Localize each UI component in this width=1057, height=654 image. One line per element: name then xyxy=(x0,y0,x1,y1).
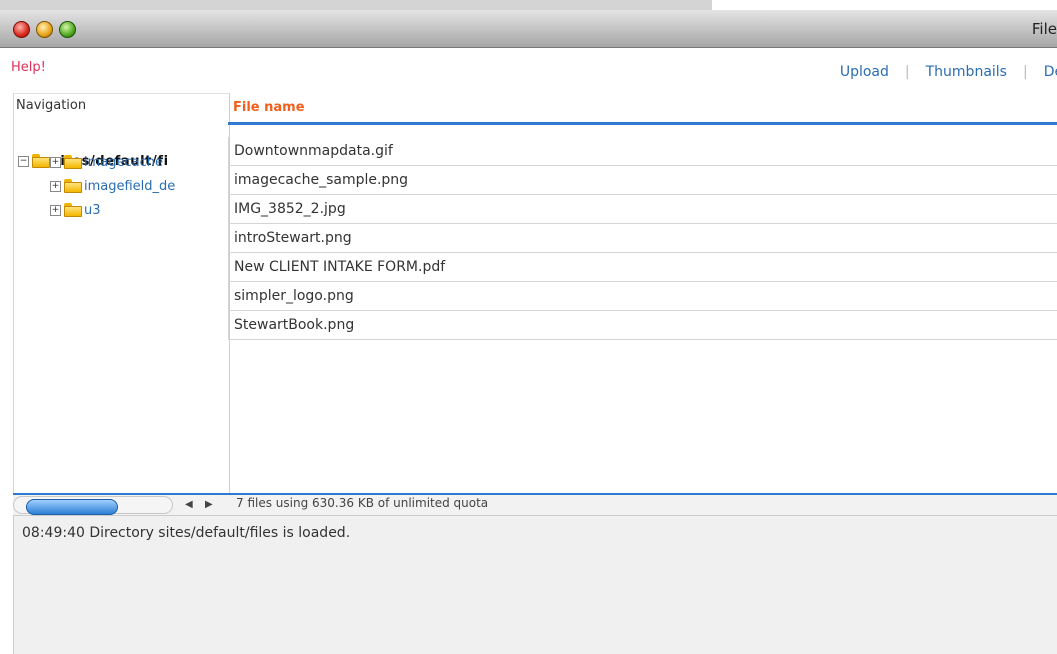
file-toolbar: Upload | Thumbnails | Del xyxy=(840,64,1057,80)
status-bar: ◀ ▶ 7 files using 630.36 KB of unlimited… xyxy=(13,493,1057,516)
file-row[interactable]: simpler_logo.png xyxy=(228,282,1057,311)
log-panel: 08:49:40 Directory sites/default/files i… xyxy=(13,516,1057,654)
file-row[interactable]: Downtownmapdata.gif xyxy=(228,137,1057,166)
delete-link[interactable]: Del xyxy=(1044,64,1057,80)
file-row[interactable]: imagecache_sample.png xyxy=(228,166,1057,195)
tree-item-label: imagecache xyxy=(84,154,163,170)
header-divider xyxy=(228,122,1057,125)
expand-icon[interactable]: + xyxy=(50,204,61,216)
upload-link[interactable]: Upload xyxy=(840,64,889,80)
folder-icon xyxy=(64,155,82,169)
file-name: Downtownmapdata.gif xyxy=(234,143,393,159)
file-name: New CLIENT INTAKE FORM.pdf xyxy=(234,259,446,275)
zoom-window-button[interactable] xyxy=(59,21,76,38)
tree-item-imagecache[interactable]: + imagecache xyxy=(50,152,163,172)
collapse-icon[interactable]: − xyxy=(18,155,29,167)
file-name: IMG_3852_2.jpg xyxy=(234,201,346,217)
nav-horizontal-scrollbar[interactable] xyxy=(13,496,173,515)
expand-icon[interactable]: + xyxy=(50,156,61,168)
file-name: introStewart.png xyxy=(234,230,352,246)
toolbar-separator: | xyxy=(904,64,910,80)
thumbnails-link[interactable]: Thumbnails xyxy=(926,64,1007,80)
folder-icon xyxy=(32,154,50,168)
tree-item-imagefield[interactable]: + imagefield_de xyxy=(50,176,175,196)
minimize-window-button[interactable] xyxy=(36,21,53,38)
scrollbar-thumb[interactable] xyxy=(26,499,118,515)
tree-item-label: imagefield_de xyxy=(84,178,176,194)
title-bar: File xyxy=(0,10,1057,48)
file-name: StewartBook.png xyxy=(234,317,355,333)
file-name: simpler_logo.png xyxy=(234,288,354,304)
file-row[interactable]: IMG_3852_2.jpg xyxy=(228,195,1057,224)
file-row[interactable]: New CLIENT INTAKE FORM.pdf xyxy=(228,253,1057,282)
file-list-panel: File name Downtownmapdata.gif imagecache… xyxy=(228,93,1057,493)
expand-icon[interactable]: + xyxy=(50,180,61,192)
window-title: File xyxy=(1031,20,1057,38)
close-window-button[interactable] xyxy=(13,21,30,38)
tree-item-label: u3 xyxy=(84,202,101,218)
log-line: 08:49:40 Directory sites/default/files i… xyxy=(22,525,351,541)
file-row[interactable]: introStewart.png xyxy=(228,224,1057,253)
file-name-column-header[interactable]: File name xyxy=(233,100,305,115)
navigation-title: Navigation xyxy=(16,98,87,113)
navigation-panel: Navigation − sites/default/fi + imagecac… xyxy=(13,93,230,494)
folder-icon xyxy=(64,203,82,217)
tree-item-u3[interactable]: + u3 xyxy=(50,200,101,220)
help-link[interactable]: Help! xyxy=(11,60,46,75)
file-name: imagecache_sample.png xyxy=(234,172,409,188)
folder-icon xyxy=(64,179,82,193)
file-row[interactable]: StewartBook.png xyxy=(228,311,1057,340)
scroll-right-icon[interactable]: ▶ xyxy=(205,499,213,510)
top-strip xyxy=(0,0,1057,11)
scroll-left-icon[interactable]: ◀ xyxy=(185,499,193,510)
toolbar-separator: | xyxy=(1022,64,1028,80)
quota-status-text: 7 files using 630.36 KB of unlimited quo… xyxy=(236,496,489,510)
